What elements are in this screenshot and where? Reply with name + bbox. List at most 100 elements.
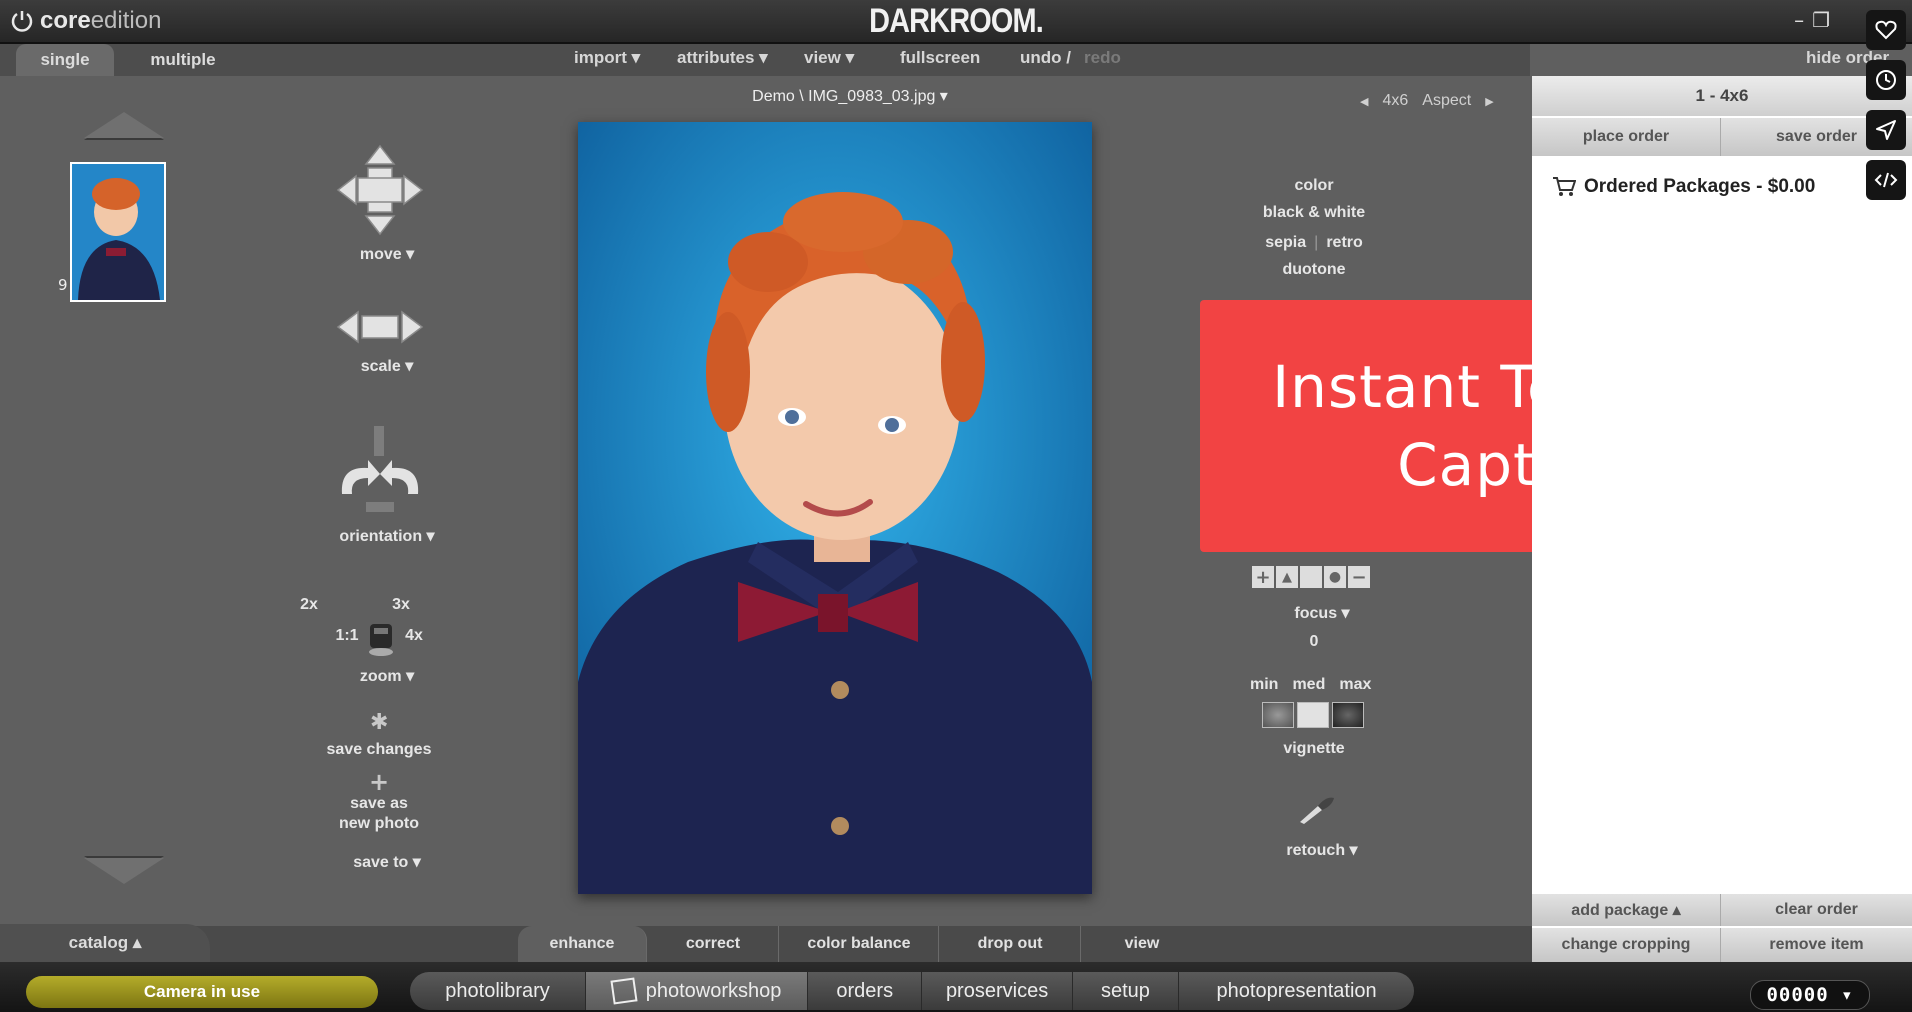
zoom-knob-icon[interactable] [366, 618, 396, 658]
menu-redo[interactable]: redo [1084, 48, 1121, 68]
menu-undo[interactable]: undo / [1020, 48, 1071, 68]
vignette-swatches [1262, 702, 1364, 728]
brand-title: DARKROOM. [869, 2, 1044, 40]
aspect-prev-icon[interactable]: ◀ [1360, 95, 1368, 108]
vignette-min-label[interactable]: min [1250, 676, 1278, 694]
vignette-max-swatch[interactable] [1332, 702, 1364, 728]
menu-attributes[interactable]: attributes ▾ [677, 48, 768, 68]
scroll-down-icon[interactable] [84, 858, 164, 884]
remove-item-button[interactable]: remove item [1721, 928, 1912, 962]
aspect-size: 4x6 [1382, 92, 1409, 109]
nav-photoworkshop-label: photoworkshop [645, 979, 782, 1002]
focus-add-icon[interactable]: + [1252, 566, 1274, 588]
clear-order-button[interactable]: clear order [1721, 894, 1912, 926]
tab-multiple[interactable]: multiple [128, 44, 238, 76]
add-package-button[interactable]: add package ▴ [1532, 894, 1721, 926]
move-label[interactable]: move ▾ [312, 244, 462, 264]
minimize-icon[interactable]: – [1794, 8, 1804, 32]
color-mode-duotone[interactable]: duotone [1214, 261, 1414, 279]
save-as-line2[interactable]: new photo [304, 815, 454, 833]
power-icon [11, 11, 33, 32]
move-icon[interactable] [336, 144, 424, 236]
color-mode-bw[interactable]: black & white [1214, 204, 1414, 222]
tab-single[interactable]: single [16, 44, 114, 76]
plus-icon[interactable]: + [369, 768, 389, 796]
nav-orders[interactable]: orders [808, 972, 923, 1010]
vignette-min-swatch[interactable] [1262, 702, 1294, 728]
heart-icon[interactable] [1866, 10, 1906, 50]
zoom-2x-option[interactable]: 2x [284, 596, 334, 614]
save-to-button[interactable]: save to ▾ [312, 852, 462, 872]
color-mode-separator: | [1314, 234, 1319, 251]
menu-view[interactable]: view ▾ [804, 48, 854, 68]
vignette-med-label[interactable]: med [1292, 676, 1325, 694]
tab-correct[interactable]: correct [648, 926, 779, 962]
color-mode-row: sepia | retro [1214, 234, 1414, 252]
color-mode-color[interactable]: color [1214, 177, 1414, 195]
focus-triangle-icon[interactable]: ▲ [1276, 566, 1298, 588]
app-logo: coreedition [10, 6, 161, 36]
window-controls: – ❐ [1794, 8, 1830, 32]
place-order-button[interactable]: place order [1532, 118, 1721, 156]
thumbnail-image [72, 164, 164, 300]
tab-view[interactable]: view [1082, 926, 1202, 962]
image-counter[interactable]: 00000 ▾ [1750, 980, 1870, 1010]
portrait-image [578, 122, 1092, 894]
nav-photoworkshop[interactable]: photoworkshop [586, 972, 809, 1010]
retouch-brush-icon[interactable] [1296, 794, 1336, 826]
save-as-line1[interactable]: save as [304, 795, 454, 813]
zoom-4x-option[interactable]: 4x [389, 627, 439, 645]
zoom-3x-option[interactable]: 3x [376, 596, 426, 614]
image-filename[interactable]: Demo \ IMG_0983_03.jpg ▾ [700, 86, 1000, 106]
embed-code-icon[interactable] [1866, 160, 1906, 200]
cart-icon [1553, 177, 1576, 196]
nav-setup[interactable]: setup [1073, 972, 1180, 1010]
send-icon[interactable] [1866, 110, 1906, 150]
focus-remove-icon[interactable]: − [1348, 566, 1370, 588]
main-photo[interactable] [578, 122, 1092, 894]
vignette-max-label[interactable]: max [1339, 676, 1371, 694]
menu-fullscreen[interactable]: fullscreen [900, 48, 980, 68]
thumbnail-number: 9 [58, 276, 68, 294]
scale-icon[interactable] [336, 308, 424, 346]
ordered-packages-text: Ordered Packages - $0.00 [1584, 176, 1816, 197]
tab-enhance[interactable]: enhance [518, 926, 647, 962]
orientation-icon[interactable] [334, 424, 426, 516]
color-mode-retro[interactable]: retro [1326, 234, 1362, 252]
star-icon[interactable]: ✱ [370, 710, 388, 735]
focus-circle-icon[interactable]: ● [1324, 566, 1346, 588]
orientation-label[interactable]: orientation ▾ [312, 526, 462, 546]
aspect-label: Aspect [1422, 92, 1472, 109]
save-changes-button[interactable]: save changes [304, 741, 454, 759]
nav-proservices[interactable]: proservices [922, 972, 1073, 1010]
restore-icon[interactable]: ❐ [1812, 8, 1830, 32]
scale-label[interactable]: scale ▾ [312, 356, 462, 376]
aspect-selector[interactable]: ◀ 4x6 Aspect ▶ [1360, 92, 1510, 110]
vignette-label[interactable]: vignette [1214, 740, 1414, 758]
tab-drop-out[interactable]: drop out [940, 926, 1081, 962]
retouch-label[interactable]: retouch ▾ [1222, 840, 1422, 860]
aspect-next-icon[interactable]: ▶ [1485, 95, 1493, 108]
focus-square-icon[interactable] [1300, 566, 1322, 588]
color-mode-sepia[interactable]: sepia [1265, 234, 1306, 252]
scroll-up-icon[interactable] [84, 112, 164, 138]
ordered-packages[interactable]: Ordered Packages - $0.00 [1552, 176, 1815, 198]
tab-color-balance[interactable]: color balance [780, 926, 939, 962]
focus-controls: + ▲ ● − [1252, 566, 1370, 588]
photo-thumbnail[interactable] [70, 162, 166, 302]
logo-bold-text: core [40, 7, 91, 34]
focus-label[interactable]: focus ▾ [1222, 603, 1422, 623]
focus-value: 0 [1309, 633, 1319, 650]
vignette-levels: min med max [1250, 676, 1371, 694]
clock-icon[interactable] [1866, 60, 1906, 100]
nav-photopresentation[interactable]: photopresentation [1179, 972, 1414, 1010]
nav-photolibrary[interactable]: photolibrary [410, 972, 587, 1010]
vignette-med-swatch[interactable] [1297, 702, 1329, 728]
zoom-label[interactable]: zoom ▾ [312, 666, 462, 686]
zoom-1-1-option[interactable]: 1:1 [322, 627, 372, 645]
photoworkshop-icon [610, 977, 638, 1005]
menu-import[interactable]: import ▾ [574, 48, 640, 68]
catalog-tab[interactable]: catalog ▴ [0, 924, 210, 962]
app-navigation: photolibrary photoworkshop orders proser… [410, 972, 1414, 1010]
change-cropping-button[interactable]: change cropping [1532, 928, 1721, 962]
